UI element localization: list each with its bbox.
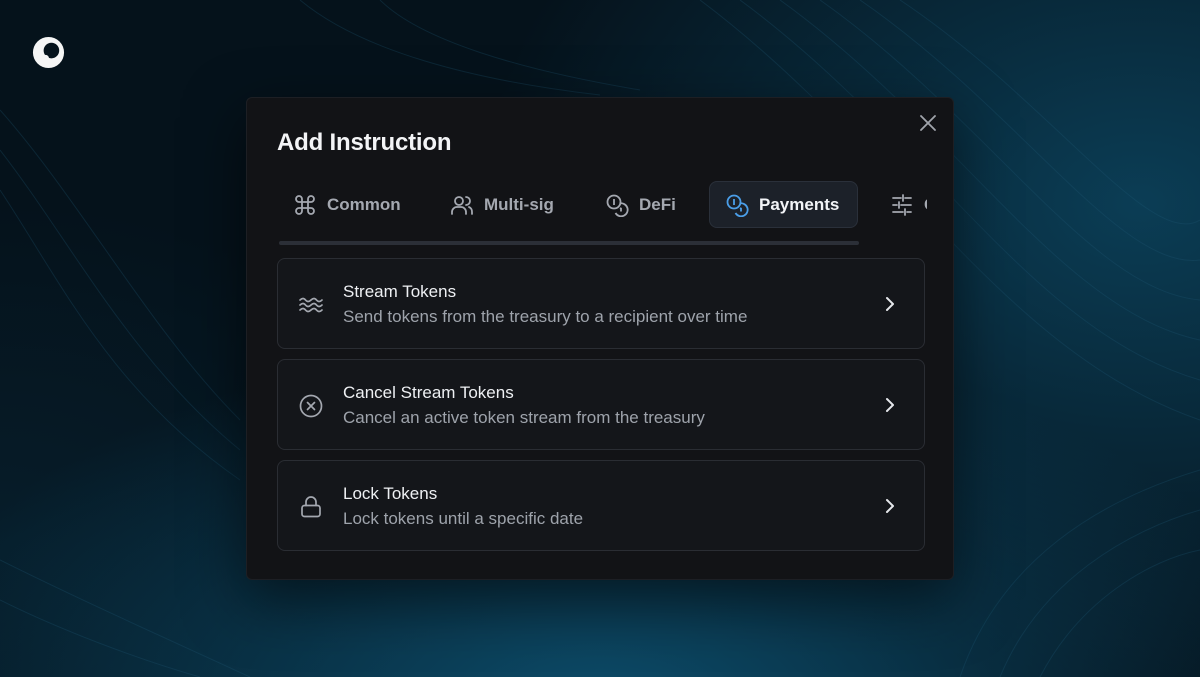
close-icon[interactable] <box>917 112 939 134</box>
tab-label: Multi-sig <box>484 194 554 214</box>
item-description: Cancel an active token stream from the t… <box>343 408 705 427</box>
tab-payments[interactable]: Payments <box>709 181 858 228</box>
app-logo[interactable] <box>31 35 66 70</box>
x-circle-icon <box>299 394 323 418</box>
tabs-scrollbar[interactable] <box>279 241 859 245</box>
waves-icon <box>299 297 323 313</box>
chevron-right-icon <box>886 499 894 513</box>
item-description: Send tokens from the treasury to a recip… <box>343 307 748 326</box>
tab-label: Common <box>327 194 401 214</box>
tab-more[interactable]: C <box>874 181 927 228</box>
item-title: Cancel Stream Tokens <box>343 383 514 402</box>
tab-multi-sig[interactable]: Multi-sig <box>434 181 570 228</box>
tab-label: Payments <box>759 194 840 214</box>
add-instruction-modal: Add Instruction Common Multi-sig DeFi Pa… <box>246 97 954 580</box>
command-icon <box>295 194 315 215</box>
instruction-stream-tokens[interactable]: Stream Tokens Send tokens from the treas… <box>277 258 925 349</box>
modal-title: Add Instruction <box>277 129 452 156</box>
item-title: Lock Tokens <box>343 484 438 503</box>
chevron-right-icon <box>886 398 894 412</box>
item-description: Lock tokens until a specific date <box>343 509 584 528</box>
tab-label: DeFi <box>639 194 676 214</box>
tab-defi[interactable]: DeFi <box>589 181 692 228</box>
item-title: Stream Tokens <box>343 282 457 301</box>
chevron-right-icon <box>886 297 894 311</box>
tab-label: C <box>924 195 927 215</box>
users-icon <box>451 195 473 215</box>
category-tabs: Common Multi-sig DeFi Payments <box>277 181 927 229</box>
lock-icon <box>301 496 321 518</box>
sliders-icon <box>892 193 912 216</box>
instruction-lock-tokens[interactable]: Lock Tokens Lock tokens until a specific… <box>277 460 925 551</box>
instruction-cancel-stream-tokens[interactable]: Cancel Stream Tokens Cancel an active to… <box>277 359 925 450</box>
coins-icon <box>606 194 629 217</box>
tab-common[interactable]: Common <box>277 181 417 228</box>
coins-icon <box>726 194 749 217</box>
